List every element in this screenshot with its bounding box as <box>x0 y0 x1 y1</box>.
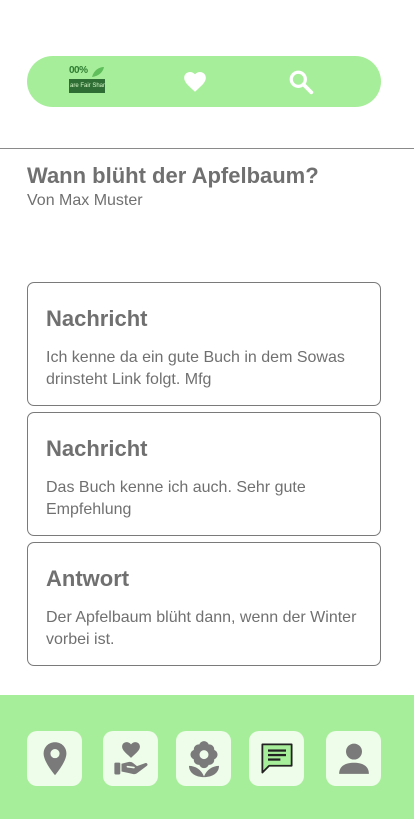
question-author: Von Max Muster <box>27 192 143 209</box>
message-text: Das Buch kenne ich auch. Sehr gute Empfe… <box>46 479 306 518</box>
header-divider <box>0 148 414 149</box>
top-bar: 00% are Fair Share <box>27 56 381 107</box>
logo-banner: are Fair Share <box>69 79 105 93</box>
nav-map-button[interactable] <box>27 731 82 786</box>
heart-icon[interactable] <box>182 69 208 95</box>
heart-hand-icon <box>113 741 148 774</box>
logo-percent-text: 00% <box>69 65 88 76</box>
chat-icon <box>260 742 293 773</box>
message-card[interactable]: Nachricht Das Buch kenne ich auch. Sehr … <box>27 412 381 536</box>
bottom-nav <box>0 695 414 819</box>
message-title: Nachricht <box>46 306 148 331</box>
flower-icon <box>188 740 219 777</box>
nav-donate-button[interactable] <box>103 731 158 786</box>
message-text: Ich kenne da ein gute Buch in dem Sowas … <box>46 349 345 388</box>
nav-chat-button[interactable] <box>249 731 304 786</box>
answer-card[interactable]: Antwort Der Apfelbaum blüht dann, wenn d… <box>27 542 381 666</box>
logo[interactable]: 00% are Fair Share <box>69 65 105 96</box>
message-title: Nachricht <box>46 436 148 461</box>
location-pin-icon <box>43 741 66 775</box>
nav-profile-button[interactable] <box>326 731 381 786</box>
user-icon <box>338 743 369 774</box>
question-title: Wann blüht der Apfelbaum? <box>27 163 319 188</box>
message-card[interactable]: Nachricht Ich kenne da ein gute Buch in … <box>27 282 381 406</box>
search-icon[interactable] <box>288 69 314 95</box>
answer-title: Antwort <box>46 566 130 591</box>
nav-plants-button[interactable] <box>176 731 231 786</box>
answer-text: Der Apfelbaum blüht dann, wenn der Winte… <box>46 609 357 648</box>
leaf-icon <box>92 67 104 77</box>
